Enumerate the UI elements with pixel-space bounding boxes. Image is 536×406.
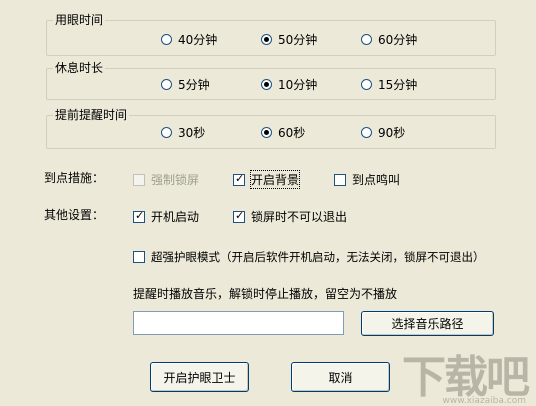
radio-eye-40-label: 40分钟	[178, 33, 218, 47]
music-hint: 提醒时播放音乐，解锁时停止播放，留空为不播放	[133, 287, 398, 301]
checkbox-force-lock-label: 强制锁屏	[151, 173, 200, 187]
checkbox-beep-label: 到点鸣叫	[352, 173, 401, 187]
radio-rest-10[interactable]: 10分钟	[261, 76, 317, 93]
check-mark-icon: ✓	[235, 208, 245, 222]
group-advance-reminder-title: 提前提醒时间	[53, 108, 130, 122]
radio-rest-5[interactable]: 5分钟	[161, 76, 210, 93]
checkbox-beep[interactable]: 到点鸣叫	[334, 171, 400, 188]
radio-remind-90-label: 90秒	[378, 126, 406, 140]
checkbox-open-background-label: 开启背景	[249, 170, 301, 189]
checkbox-startup[interactable]: ✓ 开机启动	[133, 208, 199, 225]
checkbox-lock-no-exit-label: 锁屏时不可以退出	[251, 210, 348, 224]
radio-rest-5-circle[interactable]	[161, 79, 172, 90]
radio-eye-50-circle[interactable]	[261, 34, 272, 45]
radio-eye-60[interactable]: 60分钟	[361, 31, 417, 48]
checkbox-lock-no-exit-box[interactable]: ✓	[233, 208, 245, 223]
checkbox-force-lock-box	[133, 173, 145, 186]
checkbox-startup-label: 开机启动	[151, 210, 200, 224]
checkbox-lock-no-exit[interactable]: ✓ 锁屏时不可以退出	[233, 208, 347, 225]
radio-eye-40-circle[interactable]	[161, 34, 172, 45]
group-advance-reminder: 提前提醒时间 30秒 60秒 90秒	[46, 108, 496, 149]
check-mark-icon: ✓	[135, 208, 145, 222]
radio-rest-15-label: 15分钟	[378, 78, 418, 92]
radio-rest-10-label: 10分钟	[278, 78, 318, 92]
music-path-input[interactable]	[133, 311, 344, 335]
check-mark-icon: ✓	[235, 171, 245, 185]
checkbox-beep-box[interactable]	[334, 173, 346, 186]
group-eye-time: 用眼时间 40分钟 50分钟 60分钟	[46, 13, 496, 56]
checkbox-startup-box[interactable]: ✓	[133, 208, 145, 223]
radio-remind-60[interactable]: 60秒	[261, 124, 305, 141]
checkbox-super-mode[interactable]: 超强护眼模式（开启后软件开机启动，无法关闭，锁屏不可退出）	[133, 249, 485, 265]
radio-rest-10-circle[interactable]	[261, 79, 272, 90]
radio-rest-15[interactable]: 15分钟	[361, 76, 417, 93]
radio-rest-15-circle[interactable]	[361, 79, 372, 90]
radio-eye-60-circle[interactable]	[361, 34, 372, 45]
radio-remind-30-circle[interactable]	[161, 127, 172, 138]
start-eye-guard-button[interactable]: 开启护眼卫士	[150, 362, 249, 392]
checkbox-super-mode-label: 超强护眼模式（开启后软件开机启动，无法关闭，锁屏不可退出）	[151, 250, 485, 264]
group-eye-time-title: 用眼时间	[53, 13, 106, 27]
radio-remind-60-label: 60秒	[278, 126, 306, 140]
checkbox-open-background[interactable]: ✓ 开启背景	[233, 170, 301, 189]
radio-remind-90[interactable]: 90秒	[361, 124, 405, 141]
checkbox-open-background-box[interactable]: ✓	[233, 171, 245, 186]
group-rest-duration-title: 休息时长	[53, 61, 106, 75]
radio-remind-30[interactable]: 30秒	[161, 124, 205, 141]
other-settings-label: 其他设置：	[44, 208, 105, 222]
radio-eye-60-label: 60分钟	[378, 33, 418, 47]
radio-rest-5-label: 5分钟	[178, 78, 210, 92]
watermark-url: www.xiazaiba.com	[442, 396, 526, 406]
arrival-actions-label: 到点措施：	[44, 171, 105, 185]
watermark-logo: 下载吧	[402, 352, 530, 403]
group-rest-duration: 休息时长 5分钟 10分钟 15分钟	[46, 61, 496, 100]
radio-remind-90-circle[interactable]	[361, 127, 372, 138]
checkbox-super-mode-box[interactable]	[133, 251, 145, 263]
choose-music-path-button[interactable]: 选择音乐路径	[361, 311, 494, 336]
radio-eye-50-label: 50分钟	[278, 33, 318, 47]
checkbox-force-lock: 强制锁屏	[133, 171, 199, 188]
radio-remind-60-circle[interactable]	[261, 127, 272, 138]
radio-remind-30-label: 30秒	[178, 126, 206, 140]
cancel-button[interactable]: 取消	[291, 362, 390, 392]
radio-eye-50[interactable]: 50分钟	[261, 31, 317, 48]
radio-eye-40[interactable]: 40分钟	[161, 31, 217, 48]
